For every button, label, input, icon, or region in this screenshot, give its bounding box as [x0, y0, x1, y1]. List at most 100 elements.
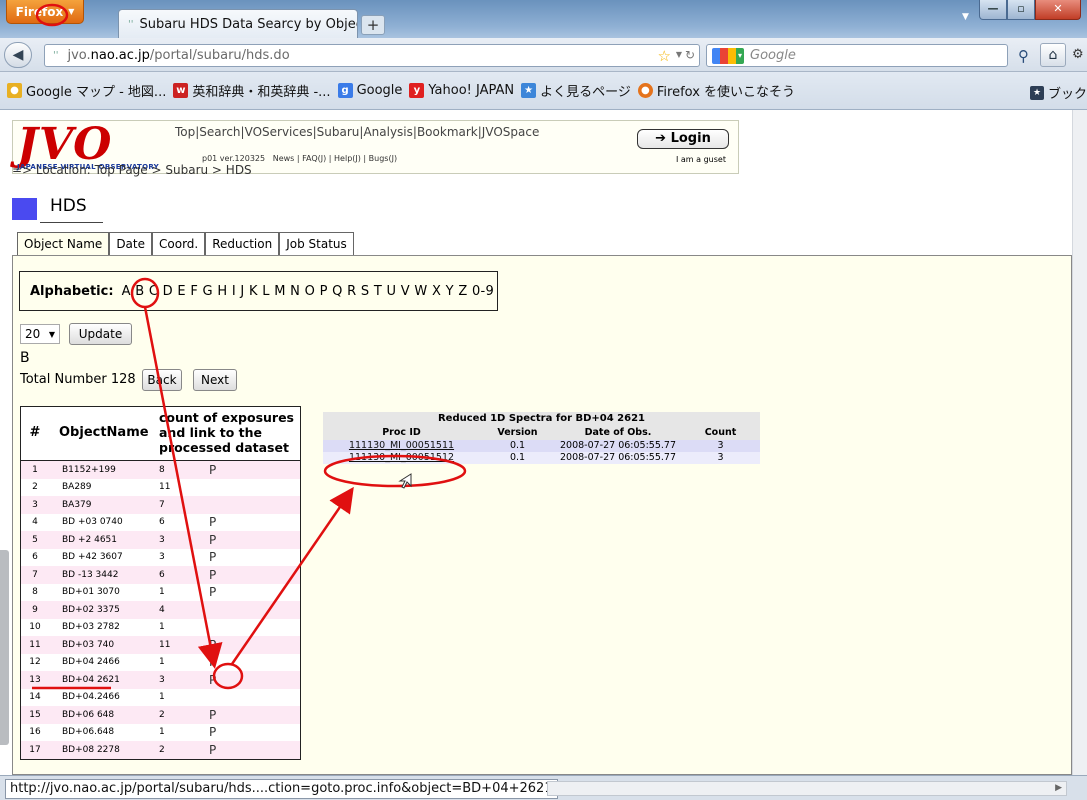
- breadcrumb-subaru[interactable]: Subaru: [165, 163, 208, 177]
- table-row: 2 BA289 11: [21, 479, 300, 497]
- breadcrumb-top-page[interactable]: Top Page: [95, 163, 148, 177]
- chevron-down-icon: ▼: [48, 329, 55, 339]
- tab-object-name[interactable]: Object Name: [17, 232, 110, 255]
- bookmark-label: Google: [356, 83, 403, 98]
- new-tab-button[interactable]: +: [361, 15, 385, 35]
- nav-faq[interactable]: FAQ(J): [302, 154, 326, 163]
- processed-link[interactable]: P: [209, 673, 249, 687]
- processed-link[interactable]: P: [209, 655, 249, 669]
- next-button[interactable]: Next: [193, 369, 237, 391]
- exposure-count-cell: 2: [159, 744, 165, 755]
- processed-link[interactable]: P: [209, 708, 249, 722]
- object-name-cell: BA289: [62, 482, 92, 493]
- proc-id-cell: 111130_MI_00051511: [323, 440, 480, 452]
- nav-subaru[interactable]: Subaru: [317, 125, 360, 139]
- browser-tab[interactable]: '' Subaru HDS Data Searcy by Object ... …: [118, 9, 358, 38]
- close-window-icon[interactable]: ✕: [1035, 0, 1081, 20]
- bookmark-item[interactable]: y Yahoo! JAPAN: [409, 83, 514, 98]
- processed-link[interactable]: P: [209, 743, 249, 757]
- nav-top[interactable]: Top: [175, 125, 195, 139]
- history-dropdown-icon[interactable]: ▼: [676, 50, 682, 59]
- status-bar: http://jvo.nao.ac.jp/portal/subaru/hds..…: [0, 775, 1087, 800]
- row-num: 7: [32, 569, 38, 580]
- header-object-name: ObjectName: [59, 425, 149, 440]
- update-button[interactable]: Update: [69, 323, 132, 345]
- processed-link[interactable]: P: [209, 533, 249, 547]
- spectra-title: Reduced 1D Spectra for BD+04 2621: [323, 412, 760, 426]
- home-icon[interactable]: ⌂: [1040, 43, 1066, 67]
- processed-link[interactable]: P: [209, 515, 249, 529]
- extension-icon[interactable]: ⚙: [1072, 47, 1084, 62]
- sidebar-grip[interactable]: [0, 550, 9, 745]
- url-prefix: jvo.: [67, 48, 91, 63]
- per-page-select[interactable]: 20 ▼: [20, 324, 60, 344]
- maximize-icon[interactable]: ▫: [1007, 0, 1035, 20]
- bookmark-item[interactable]: g Google: [337, 83, 403, 98]
- url-path: /portal/subaru/hds.do: [149, 48, 290, 63]
- tab-date[interactable]: Date: [109, 232, 152, 255]
- firefox-menu-label: Firefox: [15, 4, 64, 19]
- url-bar[interactable]: '' jvo. nao.ac.jp/portal/subaru/hds.do ☆ …: [44, 44, 700, 67]
- search-input[interactable]: ▾ Google: [706, 44, 1008, 67]
- row-num: 14: [29, 692, 41, 703]
- bookmark-item[interactable]: ● Firefox を使いこなそう: [637, 81, 795, 100]
- letter-links[interactable]: A B C D E F G H I J K L M N O P Q R S T …: [122, 284, 495, 299]
- tab-reduction[interactable]: Reduction: [205, 232, 280, 255]
- bookmark-item[interactable]: w 英和辞典・和英辞典 -...: [173, 81, 331, 100]
- table-row: 8 BD+01 3070 1 P: [21, 584, 300, 602]
- vertical-scrollbar[interactable]: [1072, 110, 1087, 775]
- bookmark-star-icon[interactable]: ☆: [658, 47, 671, 65]
- exposure-count-cell: 1: [159, 727, 165, 738]
- back-button[interactable]: Back: [142, 369, 182, 391]
- row-num: 3: [32, 499, 38, 510]
- processed-link[interactable]: P: [209, 550, 249, 564]
- nav-analysis[interactable]: Analysis: [363, 125, 412, 139]
- nav-bookmark[interactable]: Bookmark: [417, 125, 478, 139]
- list-all-tabs-icon[interactable]: ▼: [962, 12, 969, 22]
- processed-link[interactable]: P: [209, 725, 249, 739]
- exposure-count-cell: 11: [159, 482, 171, 493]
- object-name-cell: B1152+199: [62, 464, 116, 475]
- nav-search[interactable]: Search: [199, 125, 240, 139]
- bookmark-item[interactable]: ★ よく見るページ: [521, 81, 631, 100]
- bookmarks-menu-button[interactable]: ★ ブックマーク: [1030, 83, 1087, 102]
- processed-link[interactable]: P: [209, 585, 249, 599]
- reload-icon[interactable]: ↻: [685, 48, 695, 62]
- url-host: nao.ac.jp: [90, 48, 150, 63]
- exposure-count-cell: 11: [159, 639, 171, 650]
- object-name-cell: BD+04 2466: [62, 657, 120, 668]
- object-name-cell: BA379: [62, 499, 92, 510]
- nav-news[interactable]: News: [273, 154, 295, 163]
- site-identity-icon[interactable]: '': [53, 50, 59, 61]
- bookmarks-menu-label: ブックマーク: [1048, 87, 1087, 102]
- bookmark-label: よく見るページ: [540, 85, 631, 100]
- back-arrow-icon[interactable]: ◀: [4, 42, 32, 68]
- row-num: 4: [32, 517, 38, 528]
- processed-link[interactable]: P: [209, 638, 249, 652]
- google-search-engine-icon[interactable]: ▾: [712, 47, 744, 64]
- proc-id-link[interactable]: 111130_MI_00051511: [349, 440, 454, 451]
- login-button[interactable]: ➔ Login: [637, 129, 729, 149]
- processed-link[interactable]: P: [209, 568, 249, 582]
- tab-coord[interactable]: Coord.: [152, 232, 206, 255]
- weblio-icon: w: [173, 83, 189, 98]
- processed-link[interactable]: P: [209, 463, 249, 477]
- firefox-menu-button[interactable]: Firefox ▼: [6, 0, 84, 24]
- search-icon[interactable]: ⚲: [1018, 47, 1029, 65]
- window-controls: — ▫ ✕: [979, 0, 1081, 20]
- nav-voservices[interactable]: VOServices: [245, 125, 313, 139]
- proc-id-link[interactable]: 111130_MI_00051512: [349, 452, 454, 463]
- nav-help[interactable]: Help(J): [334, 154, 361, 163]
- favicon-icon: '': [128, 18, 134, 30]
- guest-status: I am a guset: [676, 155, 726, 164]
- nav-jvospace[interactable]: JVOSpace: [482, 125, 540, 139]
- horizontal-scrollbar[interactable]: ▶: [547, 781, 1067, 796]
- arrow-right-icon[interactable]: ▶: [1055, 783, 1062, 793]
- nav-bugs[interactable]: Bugs(J): [369, 154, 397, 163]
- tab-job-status[interactable]: Job Status: [279, 232, 354, 255]
- breadcrumb-hds[interactable]: HDS: [226, 163, 252, 177]
- table-row: 17 BD+08 2278 2 P: [21, 741, 300, 759]
- tab-title: Subaru HDS Data Searcy by Object ...: [139, 16, 358, 32]
- bookmark-item[interactable]: ● Google マップ - 地図...: [7, 81, 166, 100]
- minimize-icon[interactable]: —: [979, 0, 1007, 20]
